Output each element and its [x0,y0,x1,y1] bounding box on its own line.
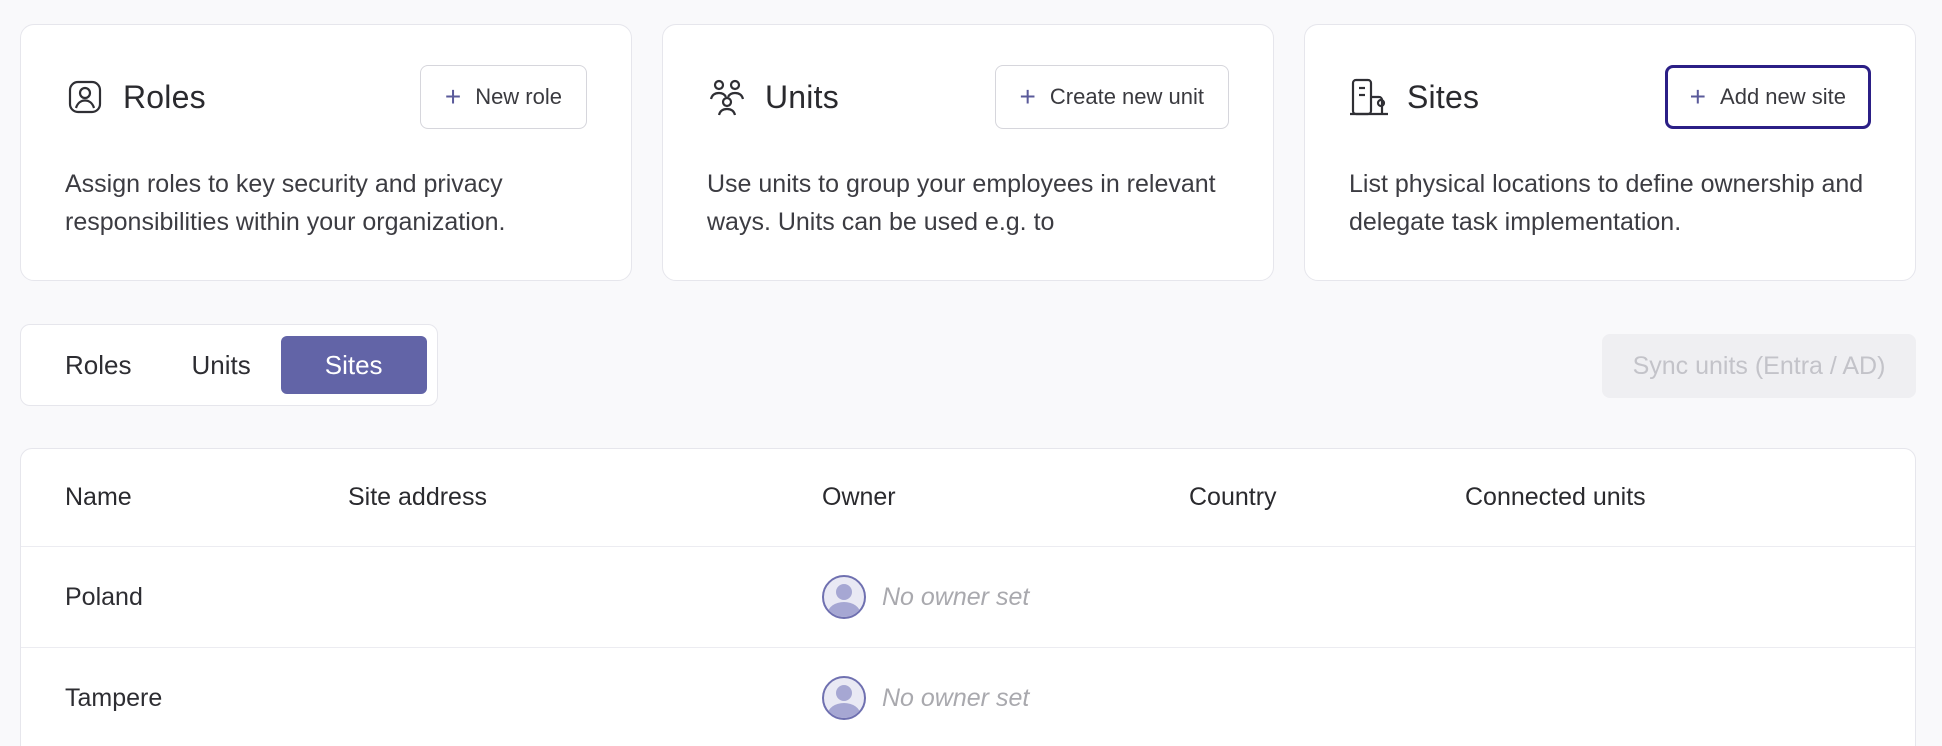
site-name: Poland [65,582,143,611]
plus-icon: + [1019,81,1036,112]
sites-card-title-group: Sites [1349,77,1479,117]
column-header-name[interactable]: Name [65,483,348,512]
sync-units-button[interactable]: Sync units (Entra / AD) [1602,334,1916,398]
roles-card: Roles + New role Assign roles to key sec… [20,24,632,281]
people-group-icon [707,77,747,117]
tab-roles[interactable]: Roles [35,336,161,394]
create-new-unit-button-label: Create new unit [1049,84,1204,109]
sites-table: Name Site address Owner Country Connecte… [20,448,1916,746]
building-icon [1349,77,1389,117]
site-owner[interactable]: No owner set [822,575,1189,619]
section-tabs: Roles Units Sites [20,324,438,406]
column-header-site-address[interactable]: Site address [348,483,822,512]
table-header-row: Name Site address Owner Country Connecte… [21,449,1915,547]
new-role-button[interactable]: + New role [419,65,587,129]
units-card-description: Use units to group your employees in rel… [707,170,1216,236]
roles-card-header: Roles + New role [65,25,587,153]
owner-placeholder: No owner set [882,683,1030,712]
tab-sites[interactable]: Sites [280,336,427,394]
roles-card-title: Roles [123,78,206,115]
units-card-title: Units [765,78,839,115]
create-new-unit-button[interactable]: + Create new unit [994,65,1229,129]
plus-icon: + [444,81,462,112]
add-new-site-button-label: Add new site [1720,84,1846,109]
sites-card-description: List physical locations to define owners… [1349,170,1864,236]
units-card: Units + Create new unit Use units to gro… [662,24,1274,281]
table-row[interactable]: Poland No owner set [21,547,1915,648]
user-badge-icon [65,77,105,117]
units-card-header: Units + Create new unit [707,25,1229,153]
tab-units[interactable]: Units [161,336,280,394]
sites-card-title: Sites [1407,78,1480,115]
avatar [822,575,866,619]
units-card-title-group: Units [707,77,839,117]
column-header-country[interactable]: Country [1189,483,1465,512]
site-name: Tampere [65,683,163,712]
site-owner[interactable]: No owner set [822,676,1189,720]
avatar [822,676,866,720]
roles-card-title-group: Roles [65,77,206,117]
new-role-button-label: New role [475,84,562,109]
column-header-owner[interactable]: Owner [822,483,1189,512]
column-header-connected-units[interactable]: Connected units [1465,483,1915,512]
overview-cards: Roles + New role Assign roles to key sec… [20,24,1916,281]
sites-card: Sites + Add new site List physical locat… [1304,24,1916,281]
owner-placeholder: No owner set [882,582,1030,611]
plus-icon: + [1689,81,1707,112]
roles-card-description: Assign roles to key security and privacy… [65,170,506,236]
add-new-site-button[interactable]: + Add new site [1664,65,1871,129]
sites-card-header: Sites + Add new site [1349,25,1871,153]
table-row[interactable]: Tampere No owner set [21,648,1915,746]
